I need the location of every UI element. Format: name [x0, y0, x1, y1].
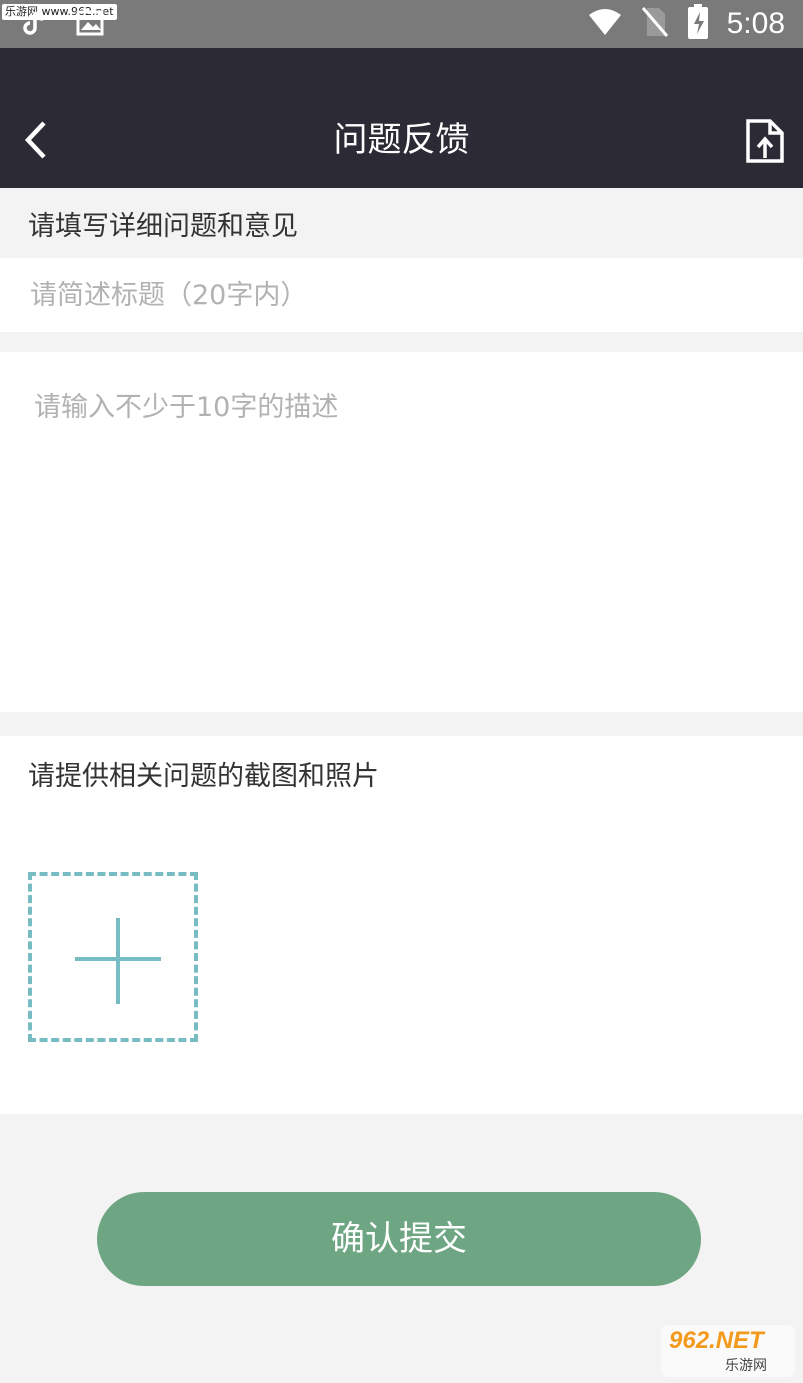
upload-button[interactable]: [745, 118, 785, 164]
no-sim-icon: [641, 6, 669, 42]
photo-section: 请提供相关问题的截图和照片: [0, 736, 803, 1114]
add-photo-button[interactable]: [28, 872, 198, 1042]
clock: 5:08: [726, 7, 785, 40]
image-icon: [76, 10, 104, 42]
watermark-badge: 962.NET 乐游网: [661, 1325, 795, 1377]
watermark-sub: 乐游网: [725, 1358, 767, 1374]
submit-button[interactable]: 确认提交: [97, 1192, 701, 1286]
page-title: 问题反馈: [333, 120, 470, 160]
photos-label: 请提供相关问题的截图和照片: [28, 761, 379, 792]
wifi-icon: [587, 7, 623, 41]
battery-charging-icon: [687, 4, 709, 44]
status-bar: 乐游网 www.962.net 5:08: [0, 0, 803, 48]
watermark-logo: 962.NET: [669, 1327, 764, 1354]
details-label: 请填写详细问题和意见: [28, 211, 298, 242]
app-bar: 问题反馈: [0, 48, 803, 188]
title-input[interactable]: [0, 258, 803, 332]
file-upload-icon: [746, 119, 784, 163]
tiktok-icon: [20, 10, 46, 42]
description-input[interactable]: [0, 352, 803, 712]
